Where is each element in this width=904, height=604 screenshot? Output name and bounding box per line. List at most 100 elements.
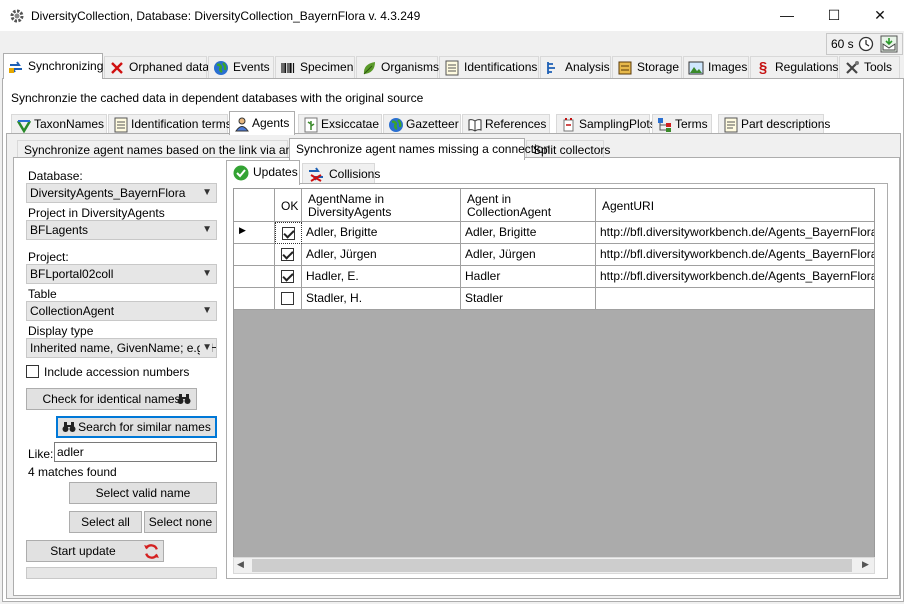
row-header[interactable] xyxy=(234,266,275,288)
tab-terms[interactable]: Terms xyxy=(652,114,712,134)
ok-cell[interactable] xyxy=(275,244,302,266)
collectionagent-cell[interactable]: Hadler xyxy=(461,266,596,288)
updates-grid[interactable]: OK AgentName in DiversityAgents Agent in… xyxy=(233,188,875,558)
tab-identification-terms[interactable]: Identification terms xyxy=(108,114,232,134)
tab-orphaned-data[interactable]: Orphaned data xyxy=(104,56,210,78)
ok-cell[interactable] xyxy=(275,222,302,244)
tab-label: Tools xyxy=(864,60,893,74)
tab-label: Orphaned data xyxy=(129,60,210,74)
tab-label: Images xyxy=(708,60,748,74)
minimize-button[interactable]: — xyxy=(764,0,810,31)
chevron-down-icon: ▼ xyxy=(200,339,212,357)
tab-label: Identification terms xyxy=(131,117,232,131)
agenturi-cell[interactable]: http://bfl.diversityworkbench.de/Agents_… xyxy=(596,266,874,288)
gear-icon xyxy=(10,9,24,23)
tab-references[interactable]: References xyxy=(462,114,550,134)
tab-regulations[interactable]: § Regulations xyxy=(750,56,838,78)
agentname-cell[interactable]: Hadler, E. xyxy=(302,266,461,288)
scroll-right-arrow[interactable]: ▶ xyxy=(862,559,869,570)
agenturi-cell[interactable] xyxy=(596,288,874,310)
column-header-ok[interactable]: OK xyxy=(275,189,302,222)
tab-collisions[interactable]: Collisions xyxy=(302,163,380,184)
tab-tools[interactable]: Tools xyxy=(839,56,900,78)
tab-specimen[interactable]: Specimen xyxy=(275,56,355,78)
project-agents-value: BFLagents xyxy=(30,223,89,237)
clock-icon[interactable] xyxy=(858,36,874,52)
chevron-down-icon: ▼ xyxy=(202,268,212,279)
tab-taxonnames[interactable]: TaxonNames xyxy=(11,114,107,134)
start-update-button[interactable]: Start update xyxy=(26,540,164,562)
tab-exsiccatae[interactable]: Exsiccatae xyxy=(298,114,382,134)
search-similar-button[interactable]: Search for similar names xyxy=(56,416,217,438)
button-label: Start update xyxy=(50,544,116,558)
tab-updates[interactable]: Updates xyxy=(226,160,300,185)
agenturi-cell[interactable]: http://bfl.diversityworkbench.de/Agents_… xyxy=(596,244,874,266)
include-accession-checkbox[interactable] xyxy=(26,365,39,378)
tab-label: Events xyxy=(233,60,270,74)
row-header[interactable] xyxy=(234,288,275,310)
table-value: CollectionAgent xyxy=(30,304,115,318)
tab-images[interactable]: Images xyxy=(683,56,749,78)
agentname-cell[interactable]: Stadler, H. xyxy=(302,288,461,310)
check-identical-button[interactable]: Check for identical names xyxy=(26,388,197,410)
database-select[interactable]: DiversityAgents_BayernFlora ▼ xyxy=(26,183,217,203)
select-valid-name-button[interactable]: Select valid name xyxy=(69,482,217,504)
chevron-down-icon: ▼ xyxy=(202,187,212,198)
row-header[interactable]: ▶ xyxy=(234,222,275,244)
ok-checkbox[interactable] xyxy=(281,270,294,283)
tab-agents[interactable]: Agents xyxy=(229,111,295,135)
agentname-cell[interactable]: Adler, Brigitte xyxy=(302,222,461,244)
export-mail-icon[interactable] xyxy=(880,35,898,53)
paragraph-icon: § xyxy=(758,59,768,76)
maximize-button[interactable]: ☐ xyxy=(811,0,857,31)
project-select[interactable]: BFLportal02coll ▼ xyxy=(26,264,217,284)
ok-checkbox[interactable] xyxy=(281,292,294,305)
taxon-icon xyxy=(16,120,32,133)
barcode-icon xyxy=(281,63,295,73)
agenturi-cell[interactable]: http://bfl.diversityworkbench.de/Agents_… xyxy=(596,222,874,244)
image-icon xyxy=(688,61,704,75)
ok-cell[interactable] xyxy=(275,288,302,310)
scroll-thumb[interactable] xyxy=(252,559,852,572)
tab-analysis[interactable]: Analysis xyxy=(540,56,611,78)
tab-organisms[interactable]: Organisms xyxy=(356,56,439,78)
display-type-select[interactable]: Inherited name, GivenName; e.g. He ▼ xyxy=(26,338,217,358)
tree-icon xyxy=(658,118,671,132)
tab-storage[interactable]: Storage xyxy=(612,56,682,78)
project-agents-select[interactable]: BFLagents ▼ xyxy=(26,220,217,240)
tab-synchronizing[interactable]: Synchronizing xyxy=(3,53,103,79)
window-title: DiversityCollection, Database: Diversity… xyxy=(31,9,421,23)
agentname-cell[interactable]: Adler, Jürgen xyxy=(302,244,461,266)
select-all-button[interactable]: Select all xyxy=(69,511,142,533)
collectionagent-cell[interactable]: Stadler xyxy=(461,288,596,310)
tab-gazetteer[interactable]: Gazetteer xyxy=(383,114,461,134)
tools-icon xyxy=(846,61,859,74)
tab-events[interactable]: Events xyxy=(208,56,274,78)
collectionagent-cell[interactable]: Adler, Brigitte xyxy=(461,222,596,244)
column-header-agenturi[interactable]: AgentURI xyxy=(596,189,874,222)
row-header[interactable] xyxy=(234,244,275,266)
tab-label: Analysis xyxy=(565,60,610,74)
ok-cell[interactable] xyxy=(275,266,302,288)
column-header-collectionagent[interactable]: Agent in CollectionAgent xyxy=(461,189,596,222)
tab-samplingplots[interactable]: SamplingPlots xyxy=(556,114,656,134)
select-none-button[interactable]: Select none xyxy=(144,511,217,533)
close-button[interactable]: ✕ xyxy=(857,0,903,31)
like-input[interactable] xyxy=(54,442,217,462)
table-select[interactable]: CollectionAgent ▼ xyxy=(26,301,217,321)
collectionagent-cell[interactable]: Adler, Jürgen xyxy=(461,244,596,266)
scroll-left-arrow[interactable]: ◀ xyxy=(237,559,244,570)
button-label: Search for similar names xyxy=(78,420,211,434)
tab-identifications[interactable]: Identifications xyxy=(439,56,539,78)
tab-sync-missing-connection[interactable]: Synchronize agent names missing a connec… xyxy=(289,138,550,160)
tab-label: References xyxy=(485,117,547,131)
tab-label: Storage xyxy=(637,60,680,74)
ok-checkbox[interactable] xyxy=(281,248,294,261)
database-value: DiversityAgents_BayernFlora xyxy=(30,186,186,200)
column-header-agentname[interactable]: AgentName in DiversityAgents xyxy=(302,189,461,222)
project-label: Project: xyxy=(28,250,69,264)
book-icon xyxy=(468,119,482,132)
ok-checkbox[interactable] xyxy=(282,227,295,240)
tab-label: Terms xyxy=(675,117,708,131)
tab-part-descriptions[interactable]: Part descriptions xyxy=(718,114,830,134)
